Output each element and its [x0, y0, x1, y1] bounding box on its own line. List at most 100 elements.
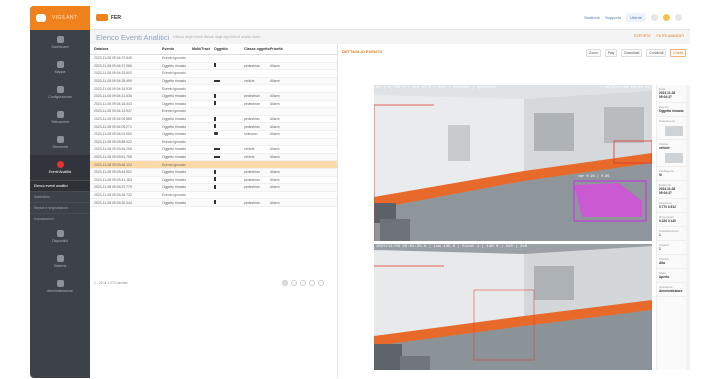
sidebar-item-label: Mappa: [54, 70, 66, 74]
download-button[interactable]: Download: [621, 49, 643, 57]
app-window: VIGILANT Dashboard Mappa Configurazione …: [30, 6, 690, 378]
close-button[interactable]: Chiudi: [670, 49, 686, 57]
brand[interactable]: FER: [96, 14, 121, 21]
camera-scene-2: [374, 244, 652, 370]
table-row[interactable]: 2023-11-08 09:04:24.939 Evento ignorato: [90, 85, 337, 93]
cell-date: 2023-11-08 09:04:05.271: [94, 124, 132, 129]
table-row[interactable]: 2023-11-08 09:03:34.732 Evento ignorato: [90, 192, 337, 200]
top-link-support[interactable]: Supporto: [605, 15, 621, 20]
sidebar-logo[interactable]: VIGILANT: [30, 6, 90, 30]
sidebar-subitem-event-list[interactable]: Elenco eventi analitici: [30, 180, 90, 191]
sidebar-subitem-statistics[interactable]: Statistiche: [30, 191, 90, 202]
object-thumbnail-icon: [214, 177, 216, 182]
camera-frame-main[interactable]: 01 | 4,760 0 | 2x1 17.0 | 0x1 | ParkOut …: [374, 85, 652, 241]
cell-object: [214, 79, 244, 83]
table-row[interactable]: 2023-11-08 09:03:51.755 Oggetto rimasto ve…: [90, 153, 337, 162]
sidebar-subitem-settings[interactable]: Impostazioni: [30, 213, 90, 224]
bell-icon[interactable]: [663, 14, 670, 21]
table-row[interactable]: 2023-11-08 09:03:54.266 Oggetto rimasto ve…: [90, 146, 337, 154]
page-button[interactable]: [318, 280, 324, 286]
object-thumbnail-icon: [214, 80, 220, 83]
col-header-event[interactable]: Evento: [162, 47, 192, 51]
info-value: 0.770 0.512: [659, 205, 676, 209]
page-title: Elenco Eventi Analitici: [96, 32, 170, 42]
page-button[interactable]: [309, 280, 315, 286]
cell-priority: Allarm: [270, 177, 280, 182]
table-row[interactable]: 2023-11-08 09:04:33.602 Evento ignorato: [90, 70, 337, 78]
sidebar-subitem-reports[interactable]: Report e segnalazioni: [30, 202, 90, 213]
table-row[interactable]: 2023-11-08 09:03:44.902 Oggetto rimasto pe…: [90, 168, 337, 177]
cell-event: Oggetto rimasto: [162, 117, 187, 122]
sidebar-item-cameras[interactable]: Telecamere: [30, 105, 90, 130]
table-row[interactable]: 2023-11-08 09:04:28.499 Oggetto rimasto ve…: [90, 77, 337, 86]
detail-scrollbar[interactable]: [686, 85, 690, 370]
osd-timestamp: 2023/11/08 09:04:37: [604, 86, 650, 90]
cell-date: 2023-11-08 09:04:09.589: [94, 117, 132, 122]
info-value: Aperto: [659, 275, 670, 279]
table-row[interactable]: 2023-11-08 09:04:09.589 Oggetto rimasto pe…: [90, 116, 337, 124]
page-button[interactable]: [300, 280, 306, 286]
logo-text: VIGILANT: [52, 15, 78, 21]
table-row[interactable]: 2023-11-08 09:04:13.947 Evento ignorato: [90, 108, 337, 116]
table-body: 2023-11-08 09:04:37.845 Evento ignorato 20…: [90, 55, 337, 207]
table-row[interactable]: 2023-11-08 09:03:48.124 Evento ignorato: [90, 161, 337, 169]
info-value: 0.226 0.140: [659, 219, 676, 223]
cell-date: 2023-11-08 09:04:37.845: [94, 56, 132, 61]
sidebar-item-map[interactable]: Mappa: [30, 55, 90, 80]
avatar[interactable]: [675, 14, 682, 21]
cell-class: vehicle: [244, 147, 255, 152]
cell-class: pedestrian: [244, 185, 260, 190]
col-header-priority[interactable]: Priorità: [270, 47, 300, 51]
top-link-management[interactable]: Gestione: [584, 15, 600, 20]
page-button[interactable]: [291, 280, 297, 286]
sidebar-item-devices[interactable]: Dispositivi: [30, 224, 90, 249]
table-row[interactable]: 2023-11-08 09:04:01.050 Oggetto rimasto un…: [90, 131, 337, 139]
device-icon: [56, 230, 64, 237]
system-icon: [56, 255, 64, 262]
table-row[interactable]: 2023-11-08 09:03:37.779 Oggetto rimasto pe…: [90, 184, 337, 192]
sidebar-item-label: Sistema: [53, 264, 67, 268]
play-button[interactable]: Play: [604, 49, 618, 57]
col-header-multi[interactable]: Multi/Tract: [192, 47, 214, 51]
table-row[interactable]: 2023-11-08 09:04:05.271 Oggetto rimasto pe…: [90, 123, 337, 131]
cell-class: pedestrian: [244, 200, 260, 205]
zoom-button[interactable]: Zoom: [586, 49, 601, 57]
export-link[interactable]: ESPORTA: [634, 34, 650, 38]
page-button[interactable]: [282, 280, 288, 286]
table-row[interactable]: 2023-11-08 09:04:37.845 Evento ignorato: [90, 55, 337, 63]
advanced-filters-link[interactable]: FILTRI AVANZATI: [656, 34, 684, 38]
settings-icon[interactable]: [651, 14, 658, 21]
table-row[interactable]: 2023-11-08 09:04:18.443 Oggetto rimasto pe…: [90, 101, 337, 109]
cell-priority: Allarm: [270, 124, 280, 129]
col-header-date[interactable]: Data/ora: [94, 47, 162, 51]
alert-icon: [56, 161, 64, 168]
info-label: Telecamera: [659, 119, 675, 123]
vehicle-thumbnail-icon[interactable]: [664, 153, 683, 163]
sidebar-item-dashboard[interactable]: Dashboard: [30, 30, 90, 55]
camera-icon: [56, 111, 64, 118]
share-button[interactable]: Condividi: [646, 49, 667, 57]
cell-event: Evento ignorato: [162, 162, 186, 167]
camera-osd-1: 01 | 4,760 0 | 2x1 17.0 | 0x1 | ParkOut …: [376, 86, 650, 92]
cell-object: [214, 177, 244, 182]
sidebar-item-admin[interactable]: Amministrazione: [30, 274, 90, 299]
cell-date: 2023-11-08 09:03:34.732: [94, 192, 132, 197]
table-row[interactable]: 2023-11-08 09:04:21.536 Oggetto rimasto pe…: [90, 92, 337, 101]
col-header-object[interactable]: Oggetto: [214, 47, 244, 51]
sidebar-item-label: Strumenti: [52, 145, 68, 149]
sidebar-item-configuration[interactable]: Configurazione: [30, 80, 90, 105]
sidebar-item-analytics[interactable]: Eventi Analitici: [30, 155, 90, 180]
table-row[interactable]: 2023-11-08 09:03:41.183 Oggetto rimasto pe…: [90, 177, 337, 185]
detail-toolbar: Zoom Play Download Condividi Chiudi: [586, 49, 686, 57]
table-row[interactable]: 2023-11-08 09:04:37.066 Oggetto rimasto pe…: [90, 62, 337, 71]
table-row[interactable]: 2023-11-08 09:03:58.022 Evento ignorato: [90, 138, 337, 147]
col-header-class[interactable]: Classe oggetto: [244, 47, 270, 51]
table-row[interactable]: 2023-11-08 09:03:30.044 Oggetto rimasto pe…: [90, 199, 337, 207]
camera-frame-secondary[interactable]: 2023/11/08 09:04:35.6 | Lum 135.0 | Even…: [374, 244, 652, 370]
title-bar: Elenco Eventi Analitici Elenco degli eve…: [90, 30, 690, 44]
sidebar-item-system[interactable]: Sistema: [30, 249, 90, 274]
sidebar-item-tools[interactable]: Strumenti: [30, 130, 90, 155]
object-thumbnail-icon: [214, 124, 216, 129]
vehicle-thumbnail-icon[interactable]: [664, 126, 683, 136]
user-menu[interactable]: Utente: [626, 13, 646, 22]
